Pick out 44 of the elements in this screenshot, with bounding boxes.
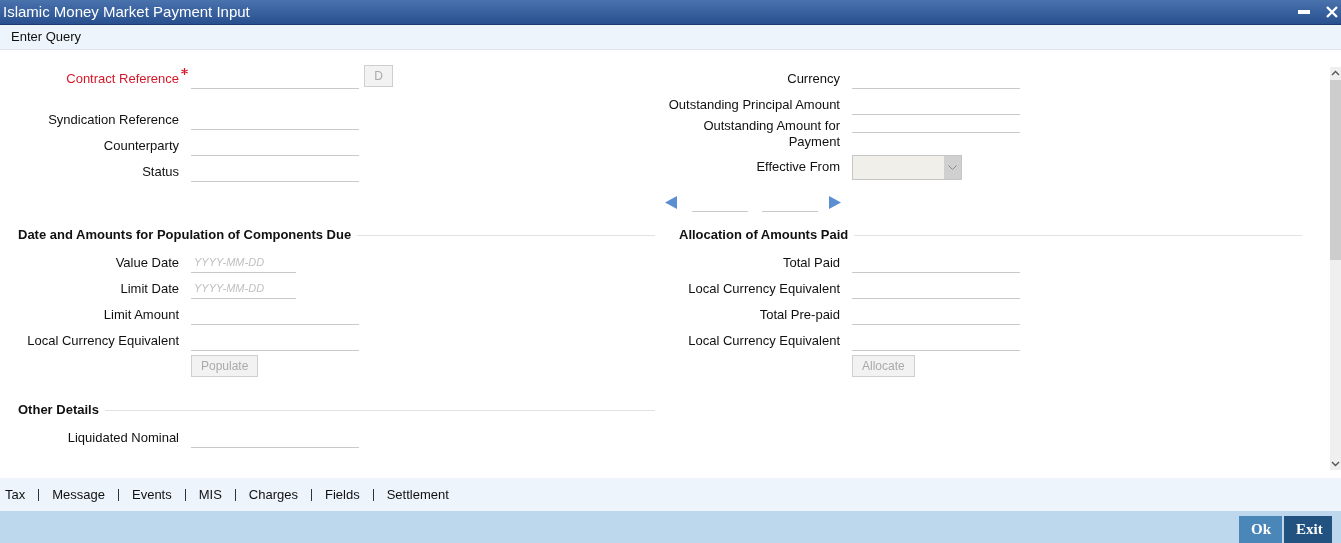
minimize-icon[interactable]	[1298, 10, 1310, 14]
scroll-down-icon[interactable]	[1331, 461, 1340, 467]
tab-link[interactable]: Tax	[5, 484, 26, 505]
field-label: Local Currency Equivalent	[687, 332, 840, 351]
section-title: Other Details	[18, 401, 100, 420]
tab-link[interactable]: Settlement	[386, 484, 449, 505]
window-title: Islamic Money Market Payment Input	[2, 1, 250, 22]
button[interactable]: Exit	[1284, 516, 1332, 543]
tab-link[interactable]: Charges	[248, 484, 298, 505]
section-title: Date and Amounts for Population of Components Due	[18, 226, 353, 245]
button: D	[364, 65, 393, 87]
button: Allocate	[852, 355, 915, 377]
tab-link[interactable]: Message	[52, 484, 105, 505]
field-label: Value Date	[114, 254, 179, 273]
field-label: Outstanding Amount for Payment	[702, 118, 840, 150]
field-label: Syndication Reference	[48, 111, 179, 130]
scrollbar-thumb[interactable]	[1330, 80, 1341, 260]
chevron-down-icon	[948, 164, 957, 170]
tab-link[interactable]: MIS	[198, 484, 222, 505]
scroll-up-icon[interactable]	[1331, 70, 1340, 76]
field-label: Status	[142, 163, 179, 182]
tab-link[interactable]: Fields	[325, 484, 360, 505]
button[interactable]: Ok	[1239, 516, 1282, 543]
field-label: Outstanding Principal Amount	[667, 97, 840, 113]
toolbar-menu-item[interactable]: Enter Query	[11, 27, 82, 47]
field-label: Effective From	[755, 159, 840, 175]
field-label: Limit Date	[119, 280, 179, 299]
field-label: Total Pre-paid	[758, 306, 840, 325]
field-label: Currency	[786, 71, 840, 87]
field-label: Contract Reference	[66, 70, 179, 89]
scrollbar[interactable]	[1330, 67, 1341, 470]
previous-arrow-icon[interactable]	[665, 195, 677, 209]
field-label: Local Currency Equivalent	[26, 332, 179, 351]
field-label: Liquidated Nominal	[66, 429, 179, 448]
next-arrow-icon[interactable]	[829, 195, 841, 209]
field-label: Counterparty	[103, 137, 179, 156]
required-icon	[181, 68, 188, 76]
field-label: Local Currency Equivalent	[687, 280, 840, 299]
close-icon[interactable]	[1326, 6, 1338, 18]
tab-link[interactable]: Events	[132, 484, 172, 505]
field-label: Total Paid	[781, 254, 840, 273]
button: Populate	[191, 355, 259, 377]
section-title: Allocation of Amounts Paid	[679, 226, 850, 245]
field-label: Limit Amount	[102, 306, 179, 325]
